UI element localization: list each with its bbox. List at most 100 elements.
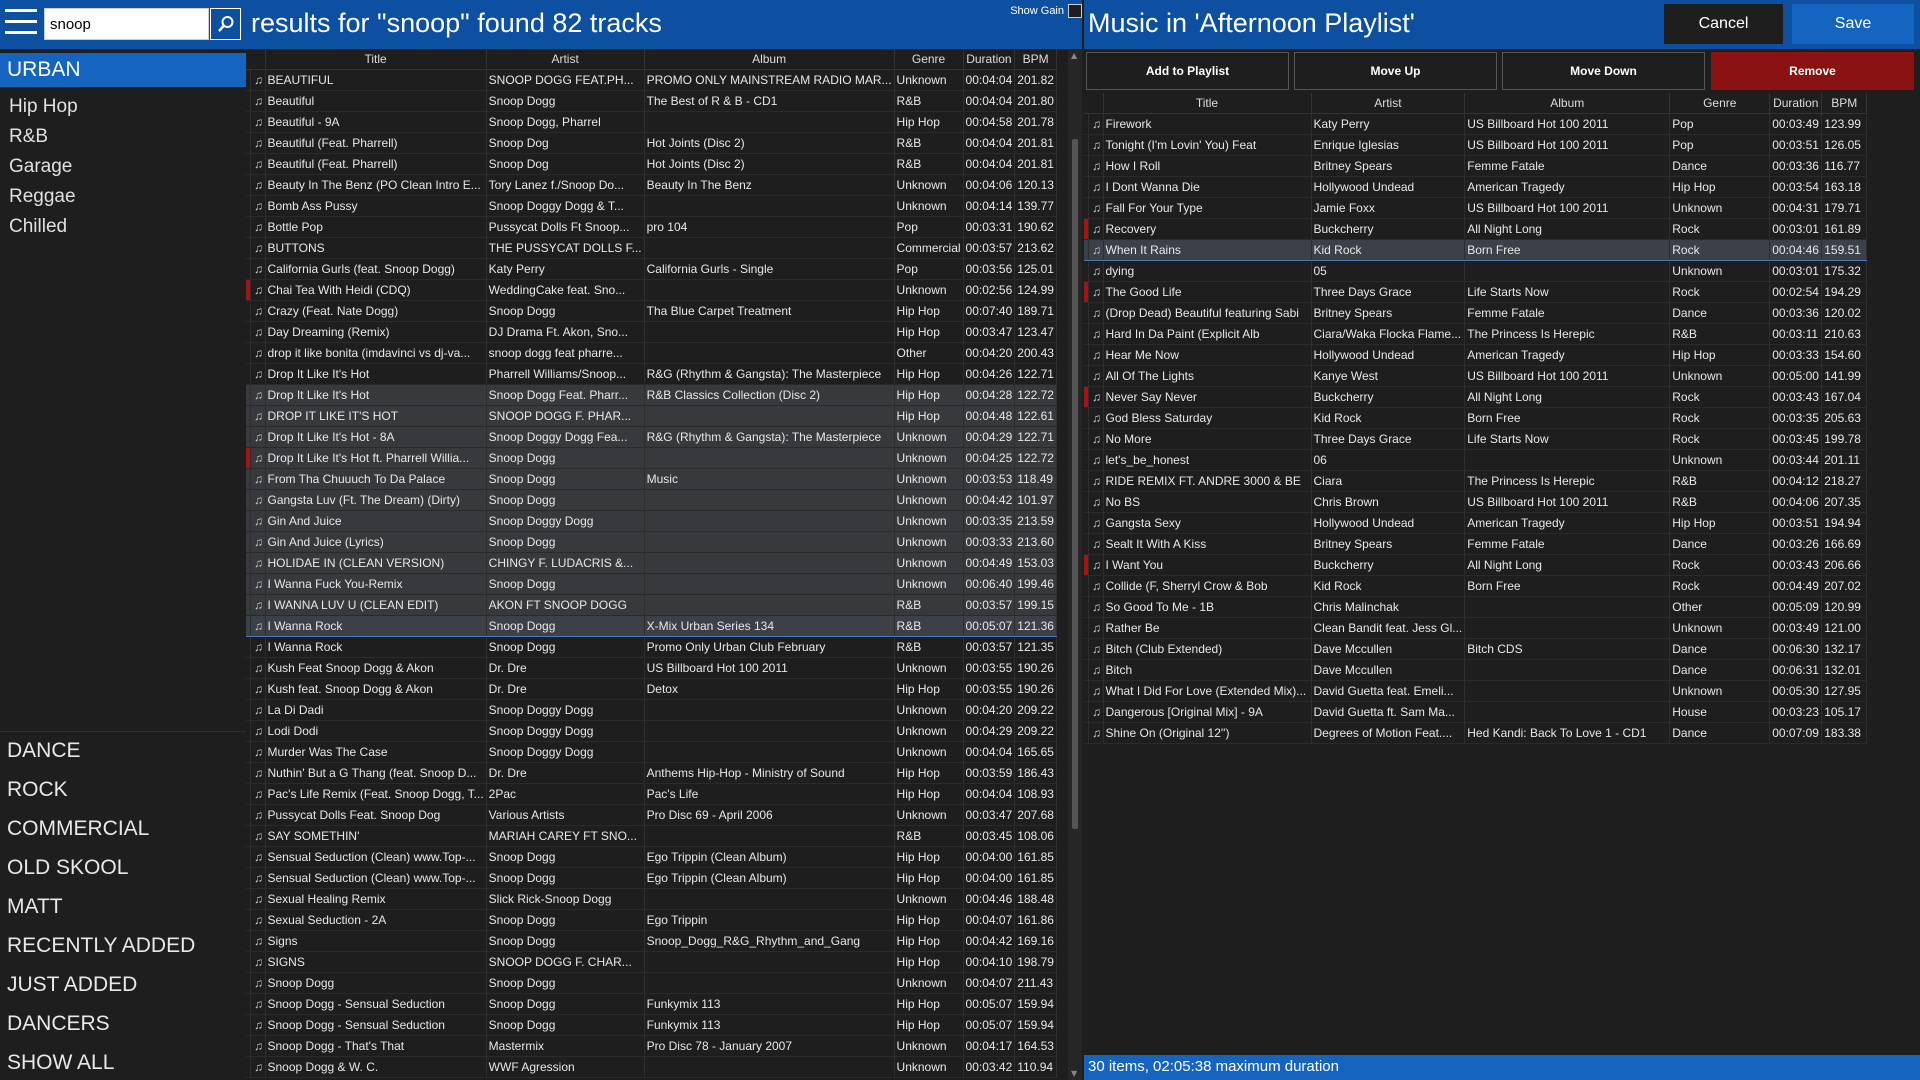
track-row[interactable]: ♫ (Drop Dead) Beautiful featuring Sabi Bri…: [1084, 302, 1868, 324]
track-row[interactable]: ♫ Drop It Like It's Hot Snoop Dogg Feat. P…: [246, 384, 1057, 406]
track-row[interactable]: ♫ Snoop Dogg - Sensual Seduction Snoop Dog…: [246, 1014, 1057, 1036]
track-row[interactable]: ♫ Day Dreaming (Remix) DJ Drama Ft. Akon, …: [246, 321, 1057, 343]
column-header-bpm[interactable]: BPM: [1821, 93, 1868, 114]
category-item[interactable]: ROCK: [0, 771, 246, 810]
track-row[interactable]: ♫ Gangsta Sexy Hollywood Undead American Tr…: [1084, 512, 1868, 534]
track-row[interactable]: ♫ What I Did For Love (Extended Mix)... Da…: [1084, 680, 1868, 702]
track-row[interactable]: ♫ Drop It Like It's Hot Pharrell Williams/…: [246, 363, 1057, 385]
column-header-album[interactable]: Album: [644, 49, 895, 70]
track-row[interactable]: ♫ Sexual Healing Remix Slick Rick-Snoop Do…: [246, 888, 1057, 910]
track-row[interactable]: ♫ DROP IT LIKE IT'S HOT SNOOP DOGG F. PHAR…: [246, 405, 1057, 427]
remove-button[interactable]: Remove: [1711, 52, 1914, 90]
subcategory-item[interactable]: R&B: [0, 124, 246, 154]
track-row[interactable]: ♫ God Bless Saturday Kid Rock Born Free Rock…: [1084, 407, 1868, 429]
track-row[interactable]: ♫ Drop It Like It's Hot ft. Pharrell Will…: [246, 447, 1057, 469]
track-row[interactable]: ♫ SAY SOMETHIN' MARIAH CAREY FT SNO... R&B 0…: [246, 825, 1057, 847]
track-row[interactable]: ♫ Sexual Seduction - 2A Snoop Dogg Ego Trip…: [246, 909, 1057, 931]
add-to-playlist-button[interactable]: Add to Playlist: [1086, 52, 1289, 90]
track-row[interactable]: ♫ Bitch (Club Extended) Dave Mccullen Bitch…: [1084, 638, 1868, 660]
subcategory-item[interactable]: Garage: [0, 154, 246, 184]
track-row[interactable]: ♫ Kush feat. Snoop Dogg & Akon Dr. Dre Deto…: [246, 678, 1057, 700]
track-row[interactable]: ♫ The Good Life Three Days Grace Life Start…: [1084, 281, 1868, 303]
track-row[interactable]: ♫ Fall For Your Type Jamie Foxx US Billboar…: [1084, 197, 1868, 219]
category-item[interactable]: MATT: [0, 888, 246, 927]
track-row[interactable]: ♫ I WANNA LUV U (CLEAN EDIT) AKON FT SNOOP…: [246, 594, 1057, 616]
track-row[interactable]: ♫ Gangsta Luv (Ft. The Dream) (Dirty) Snoo…: [246, 489, 1057, 511]
track-row[interactable]: ♫ So Good To Me - 1B Chris Malinchak Other 0…: [1084, 596, 1868, 618]
track-row[interactable]: ♫ I Wanna Rock Snoop Dogg X-Mix Urban Serie…: [246, 614, 1057, 637]
track-row[interactable]: ♫ Tonight (I'm Lovin' You) Feat Enrique Ig…: [1084, 134, 1868, 156]
track-row[interactable]: ♫ Beautiful (Feat. Pharrell) Snoop Dog Hot …: [246, 132, 1057, 154]
category-item[interactable]: JUST ADDED: [0, 966, 246, 1005]
track-row[interactable]: ♫ Snoop Dogg Snoop Dogg Unknown 00:04:07 211.…: [246, 972, 1057, 994]
scroll-up-arrow-icon[interactable]: ▲: [1071, 51, 1077, 60]
move-down-button[interactable]: Move Down: [1502, 52, 1705, 90]
category-urban[interactable]: URBAN: [0, 53, 246, 87]
track-row[interactable]: ♫ Hear Me Now Hollywood Undead American Tra…: [1084, 344, 1868, 366]
track-row[interactable]: ♫ Sensual Seduction (Clean) www.Top-... Sn…: [246, 846, 1057, 868]
show-gain-checkbox[interactable]: [1068, 4, 1082, 18]
track-row[interactable]: ♫ Lodi Dodi Snoop Doggy Dogg Unknown 00:04:2…: [246, 720, 1057, 742]
track-row[interactable]: ♫ I Want You Buckcherry All Night Long Rock 0…: [1084, 554, 1868, 576]
track-row[interactable]: ♫ Drop It Like It's Hot - 8A Snoop Doggy D…: [246, 426, 1057, 448]
track-row[interactable]: ♫ Kush Feat Snoop Dogg & Akon Dr. Dre US Bi…: [246, 657, 1057, 679]
column-header-artist[interactable]: Artist: [486, 49, 645, 70]
move-up-button[interactable]: Move Up: [1294, 52, 1497, 90]
track-row[interactable]: ♫ I Dont Wanna Die Hollywood Undead America…: [1084, 176, 1868, 198]
track-row[interactable]: ♫ Never Say Never Buckcherry All Night Long…: [1084, 386, 1868, 408]
category-item[interactable]: DANCE: [0, 732, 246, 771]
track-row[interactable]: ♫ Firework Katy Perry US Billboard Hot 100 …: [1084, 113, 1868, 135]
track-row[interactable]: ♫ Snoop Dogg - That's That Mastermix Pro Di…: [246, 1035, 1057, 1057]
hamburger-menu-icon[interactable]: [5, 9, 37, 37]
track-row[interactable]: ♫ Pussycat Dolls Feat. Snoop Dog Various A…: [246, 804, 1057, 826]
column-header-title[interactable]: Title: [1103, 93, 1312, 114]
track-row[interactable]: ♫ Dangerous [Original Mix] - 9A David Guet…: [1084, 701, 1868, 723]
column-header-genre[interactable]: Genre: [894, 49, 964, 70]
track-row[interactable]: ♫ Bitch Dave Mccullen Dance 00:06:31 132.01: [1084, 659, 1868, 681]
subcategory-item[interactable]: Hip Hop: [0, 94, 246, 124]
scroll-thumb[interactable]: [1072, 139, 1078, 829]
scroll-down-arrow-icon[interactable]: ▼: [1071, 1069, 1077, 1078]
column-header-title[interactable]: Title: [265, 49, 487, 70]
track-row[interactable]: ♫ No BS Chris Brown US Billboard Hot 100 20…: [1084, 491, 1868, 513]
track-row[interactable]: ♫ BEAUTIFUL SNOOP DOGG FEAT.PH... PROMO ONL…: [246, 69, 1057, 91]
track-row[interactable]: ♫ How I Roll Britney Spears Femme Fatale Dan…: [1084, 155, 1868, 177]
category-item[interactable]: DANCERS: [0, 1005, 246, 1044]
track-row[interactable]: ♫ Rather Be Clean Bandit feat. Jess Gl... U…: [1084, 617, 1868, 639]
search-button[interactable]: [210, 8, 241, 40]
track-row[interactable]: ♫ I Wanna Rock Snoop Dogg Promo Only Urban …: [246, 636, 1057, 658]
track-row[interactable]: ♫ Nuthin' But a G Thang (feat. Snoop D...…: [246, 762, 1057, 784]
track-row[interactable]: ♫ Snoop Dogg & W. C. WWF Agression Unknown 0…: [246, 1056, 1057, 1078]
track-row[interactable]: ♫ Murder Was The Case Snoop Doggy Dogg Unkn…: [246, 741, 1057, 763]
category-item[interactable]: SHOW ALL: [0, 1044, 246, 1080]
track-row[interactable]: ♫ California Gurls (feat. Snoop Dogg) Katy…: [246, 258, 1057, 280]
track-row[interactable]: ♫ Recovery Buckcherry All Night Long Rock 00:…: [1084, 218, 1868, 240]
track-row[interactable]: ♫ Crazy (Feat. Nate Dogg) Snoop Dogg Tha Bl…: [246, 300, 1057, 322]
column-header-genre[interactable]: Genre: [1669, 93, 1771, 114]
subcategory-item[interactable]: Reggae: [0, 184, 246, 214]
category-item[interactable]: OLD SKOOL: [0, 849, 246, 888]
track-row[interactable]: ♫ Signs Snoop Dogg Snoop_Dogg_R&G_Rhythm_an…: [246, 930, 1057, 952]
track-row[interactable]: ♫ Beauty In The Benz (PO Clean Intro E...…: [246, 174, 1057, 196]
track-row[interactable]: ♫ Collide (F, Sherryl Crow & Bob Kid Rock B…: [1084, 575, 1868, 597]
track-row[interactable]: ♫ Bottle Pop Pussycat Dolls Ft Snoop... pro…: [246, 216, 1057, 238]
show-gain-toggle[interactable]: Show Gain: [1010, 4, 1082, 18]
track-row[interactable]: ♫ Sealt It With A Kiss Britney Spears Femme…: [1084, 533, 1868, 555]
column-header-duration[interactable]: Duration: [1769, 93, 1823, 114]
track-row[interactable]: ♫ Gin And Juice Snoop Doggy Dogg Unknown 00:…: [246, 510, 1057, 532]
track-row[interactable]: ♫ All Of The Lights Kanye West US Billboard…: [1084, 365, 1868, 387]
track-row[interactable]: ♫ Beautiful (Feat. Pharrell) Snoop Dog Hot …: [246, 153, 1057, 175]
column-header-duration[interactable]: Duration: [963, 49, 1016, 70]
track-row[interactable]: ♫ No More Three Days Grace Life Starts Now R…: [1084, 428, 1868, 450]
track-row[interactable]: ♫ HOLIDAE IN (CLEAN VERSION) CHINGY F. LUD…: [246, 552, 1057, 574]
track-row[interactable]: ♫ RIDE REMIX FT. ANDRE 3000 & BE Ciara The …: [1084, 470, 1868, 492]
track-row[interactable]: ♫ Gin And Juice (Lyrics) Snoop Dogg Unknown…: [246, 531, 1057, 553]
track-row[interactable]: ♫ Bomb Ass Pussy Snoop Doggy Dogg & T... Un…: [246, 195, 1057, 217]
track-row[interactable]: ♫ dying 05 Unknown 00:03:01 175.32: [1084, 260, 1868, 282]
track-row[interactable]: ♫ let's_be_honest 06 Unknown 00:03:44 201.11: [1084, 449, 1868, 471]
track-row[interactable]: ♫ Sensual Seduction (Clean) www.Top-... Sn…: [246, 867, 1057, 889]
column-header-artist[interactable]: Artist: [1311, 93, 1466, 114]
track-row[interactable]: ♫ When It Rains Kid Rock Born Free Rock 00:04…: [1084, 238, 1868, 261]
track-row[interactable]: ♫ Chai Tea With Heidi (CDQ) WeddingCake fe…: [246, 279, 1057, 301]
category-item[interactable]: COMMERCIAL: [0, 810, 246, 849]
